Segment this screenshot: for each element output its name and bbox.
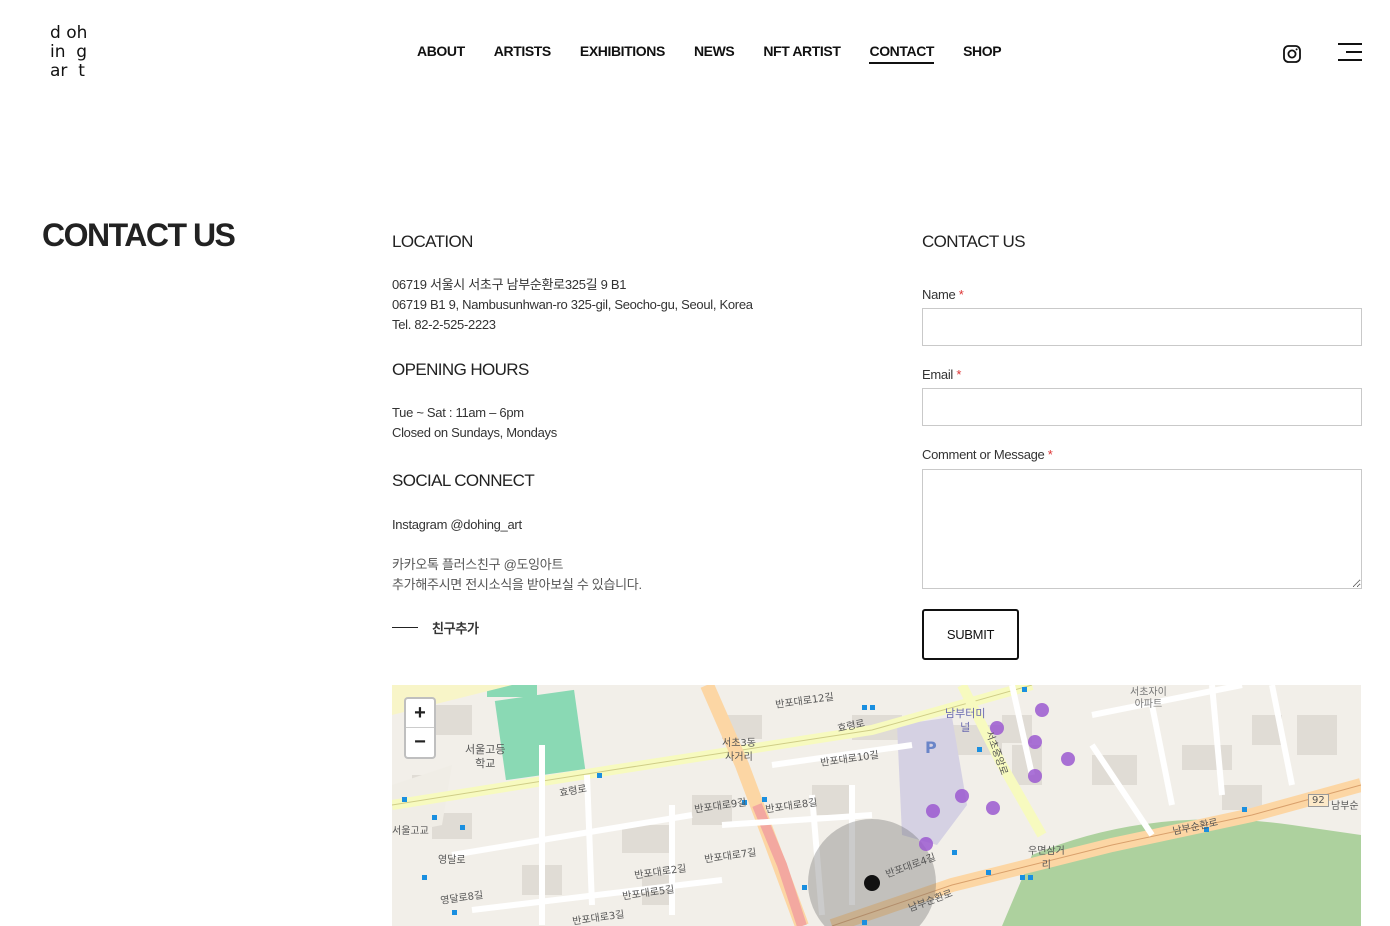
logo-line-1: d oh — [50, 23, 88, 43]
map-label-school: 서울고등 학교 — [465, 743, 506, 770]
zoom-out-button[interactable]: − — [406, 728, 434, 757]
logo-line-2: in g — [50, 42, 88, 62]
email-label: Email * — [922, 367, 961, 382]
logo[interactable]: d oh in g ar t — [50, 24, 100, 82]
main-nav: ABOUT ARTISTS EXHIBITIONS NEWS NFT ARTIS… — [417, 43, 1030, 64]
required-mark: * — [1047, 447, 1053, 462]
location-text: 06719 서울시 서초구 남부순환로325길 9 B1 06719 B1 9,… — [392, 275, 872, 335]
hours-text: Tue ~ Sat : 11am – 6pm Closed on Sundays… — [392, 403, 557, 443]
hours-open: Tue ~ Sat : 11am – 6pm — [392, 405, 524, 420]
friend-add-link[interactable]: 친구추가 — [392, 618, 479, 637]
name-label: Name * — [922, 287, 964, 302]
map-label-nambu-short: 남부순 — [1331, 801, 1359, 812]
logo-line-3: ar t — [50, 61, 85, 81]
map-label-nambu-terminal: 남부터미 널 — [945, 707, 986, 734]
nav-artists[interactable]: ARTISTS — [494, 43, 551, 64]
svg-text:P: P — [925, 738, 937, 757]
phone-number: Tel. 82-2-525-2223 — [392, 317, 496, 332]
location-heading: LOCATION — [392, 232, 473, 251]
hamburger-menu-icon[interactable] — [1338, 43, 1362, 61]
email-field[interactable] — [922, 388, 1362, 426]
nav-nft-artist[interactable]: NFT ARTIST — [763, 43, 841, 64]
email-label-text: Email — [922, 367, 954, 382]
nav-shop[interactable]: SHOP — [963, 43, 1001, 64]
map-tiles: P — [392, 685, 1361, 926]
nav-exhibitions[interactable]: EXHIBITIONS — [580, 43, 665, 64]
page-title: CONTACT US — [42, 217, 236, 253]
required-mark: * — [958, 287, 964, 302]
address-korean: 06719 서울시 서초구 남부순환로325길 9 B1 — [392, 277, 627, 292]
message-field[interactable] — [922, 469, 1362, 589]
social-heading: SOCIAL CONNECT — [392, 471, 535, 490]
message-label-text: Comment or Message — [922, 447, 1045, 462]
map-label-umyeon: 우면삼거 리 — [1028, 846, 1065, 871]
friend-add-label[interactable]: 친구추가 — [432, 618, 479, 637]
nav-contact[interactable]: CONTACT — [869, 43, 934, 64]
hours-closed: Closed on Sundays, Mondays — [392, 425, 557, 440]
map-zoom-controls: + − — [404, 697, 436, 759]
kakao-line-1: 카카오톡 플러스친구 @도잉아트 — [392, 557, 564, 572]
nav-news[interactable]: NEWS — [694, 43, 735, 64]
map-label-yeongdal: 영달로 — [438, 855, 466, 866]
zoom-in-button[interactable]: + — [406, 699, 434, 728]
location-map[interactable]: P 서울고등 학교 서초3동 사거리 남부터미 널 서초자이 아파트 우면삼거 리 92 … — [392, 685, 1361, 926]
kakao-line-2: 추가해주시면 전시소식을 받아보실 수 있습니다. — [392, 577, 642, 592]
map-label-seocho-apt: 서초자이 아파트 — [1130, 687, 1167, 710]
hours-heading: OPENING HOURS — [392, 360, 529, 379]
nav-about[interactable]: ABOUT — [417, 43, 465, 64]
instagram-icon[interactable] — [1282, 44, 1302, 64]
kakao-text: 카카오톡 플러스친구 @도잉아트 추가해주시면 전시소식을 받아보실 수 있습니… — [392, 555, 642, 595]
name-field[interactable] — [922, 308, 1362, 346]
map-label-seoul-school: 서울고교 — [392, 826, 429, 837]
message-label: Comment or Message * — [922, 447, 1053, 462]
submit-button[interactable]: SUBMIT — [922, 609, 1019, 660]
form-heading: CONTACT US — [922, 232, 1026, 251]
required-mark: * — [956, 367, 962, 382]
address-english: 06719 B1 9, Nambusunhwan-ro 325-gil, Seo… — [392, 297, 753, 312]
map-label-route: 92 — [1308, 794, 1329, 807]
friend-add-line — [392, 627, 418, 628]
map-label-seocho3: 서초3동 사거리 — [722, 738, 756, 763]
instagram-handle[interactable]: Instagram @dohing_art — [392, 515, 522, 535]
name-label-text: Name — [922, 287, 956, 302]
